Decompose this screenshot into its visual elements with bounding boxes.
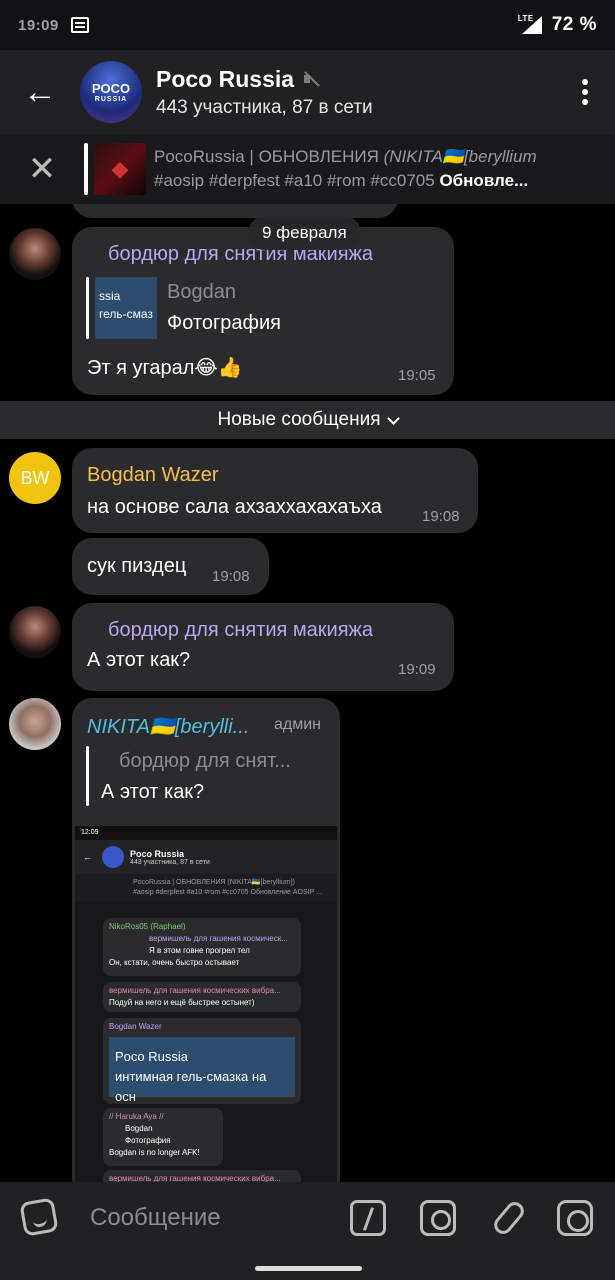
chat-subtitle: 443 участника, 87 в сети: [156, 96, 373, 118]
message-time: 19:08: [422, 508, 460, 525]
sender-name[interactable]: Bogdan Wazer: [87, 464, 219, 487]
muted-icon: [302, 70, 320, 88]
message-time: 19:09: [398, 661, 436, 678]
preview-message: вермишель для гашения космических вибра.…: [103, 982, 301, 1012]
avatar[interactable]: [9, 228, 61, 280]
message-bubble[interactable]: бордюр для снятия макияжа ssia гель-смаз…: [72, 227, 454, 395]
sticker-emoji-icon[interactable]: [19, 1197, 59, 1237]
reply-text: Фотография: [167, 312, 281, 334]
message-input[interactable]: Сообщение: [90, 1204, 221, 1232]
preview-status-bar: 12:09: [75, 826, 337, 840]
message-time: 19:08: [212, 568, 250, 585]
date-separator: 9 февраля: [248, 216, 361, 250]
status-bar: 19:09 LTE 72 %: [0, 0, 615, 50]
admin-badge: админ: [274, 716, 322, 733]
new-messages-divider[interactable]: Новые сообщения: [0, 401, 615, 439]
close-pinned-icon[interactable]: ✕: [0, 149, 84, 189]
avatar[interactable]: BW: [9, 452, 61, 504]
preview-message: NikoRos05 (Raphael) вермишель для гашени…: [103, 918, 301, 976]
bot-command-icon[interactable]: [350, 1200, 386, 1236]
pinned-thumbnail: ◆: [94, 143, 146, 195]
battery-level: 72 %: [551, 14, 597, 35]
pinned-title: PocoRussia | ОБНОВЛЕНИЯ: [154, 147, 379, 166]
message-bubble[interactable]: сук пиздец 19:08: [72, 538, 269, 595]
preview-message: Bogdan Wazer Poco Russia интимная гель-с…: [103, 1018, 301, 1104]
status-time: 19:09: [18, 16, 59, 34]
message-text: на основе сала ахзаххахахаъха: [87, 496, 382, 518]
reply-preview[interactable]: бордюр для снят... А этот как?: [86, 746, 291, 806]
more-menu-icon[interactable]: [555, 79, 615, 105]
new-messages-label: Новые сообщения: [217, 409, 381, 430]
message-text: Эт я угарал😂👍: [87, 357, 243, 379]
camera-icon[interactable]: [420, 1200, 456, 1236]
avatar[interactable]: [9, 606, 61, 658]
message-text: А этот как?: [87, 649, 191, 671]
message-bubble[interactable]: бордюр для снятия макияжа А этот как? 19…: [72, 603, 454, 691]
video-message-icon[interactable]: [557, 1200, 593, 1236]
pinned-message[interactable]: ✕ ◆ PocoRussia | ОБНОВЛЕНИЯ (NIKITA🇺🇦[be…: [0, 134, 615, 204]
attach-paperclip-icon[interactable]: [490, 1198, 528, 1238]
sender-name[interactable]: бордюр для снятия макияжа: [108, 619, 373, 642]
avatar[interactable]: [9, 698, 61, 750]
reply-author: бордюр для снят...: [119, 750, 291, 772]
pinned-indicator: [84, 143, 88, 195]
home-indicator[interactable]: [255, 1266, 362, 1271]
screenshot-image[interactable]: 12:09 ← Poco Russia 443 участника, 87 в …: [75, 826, 337, 1182]
message-notification-icon: [70, 17, 89, 33]
message-time: 19:05: [398, 367, 436, 384]
signal-icon: LTE: [518, 14, 542, 34]
reply-preview[interactable]: ssia гель-смаз Bogdan Фотография: [86, 277, 281, 339]
chat-title: Poco Russia: [156, 65, 295, 92]
preview-avatar: [102, 846, 124, 868]
reply-thumbnail: ssia гель-смаз: [95, 277, 157, 339]
back-arrow-icon[interactable]: ←: [0, 50, 80, 134]
preview-message: вермишель для гашения космических вибра.…: [103, 1170, 301, 1182]
sender-name[interactable]: NIKITA🇺🇦[berylli...: [87, 714, 267, 739]
reply-author: Bogdan: [167, 281, 236, 303]
message-bubble[interactable]: Bogdan Wazer на основе сала ахзаххахахаъ…: [72, 448, 478, 533]
preview-header: ← Poco Russia 443 участника, 87 в сети: [75, 840, 337, 874]
message-text: сук пиздец: [87, 555, 187, 577]
pinned-tags: #aosip #derpfest #a10 #rom #cc0705: [154, 171, 435, 190]
chat-avatar[interactable]: POCO RUSSIA: [80, 61, 142, 123]
preview-pinned: PocoRussia | ОБНОВЛЕНИЯ (NIKITA🇺🇦[beryll…: [75, 874, 337, 902]
pinned-author: (NIKITA🇺🇦[beryllium: [383, 147, 537, 166]
preview-message: // Haruka Aya // Bogdan Фотография Bogda…: [103, 1108, 223, 1166]
reply-text: А этот как?: [101, 781, 205, 803]
message-feed[interactable]: бордюр для снятия макияжа ssia гель-смаз…: [0, 204, 615, 1182]
pinned-preview: Обновле...: [439, 171, 529, 190]
chevron-down-icon: [386, 411, 400, 425]
chat-header: ← POCO RUSSIA Poco Russia 443 участника,…: [0, 50, 615, 134]
chat-title-block[interactable]: Poco Russia 443 участника, 87 в сети: [156, 66, 373, 119]
